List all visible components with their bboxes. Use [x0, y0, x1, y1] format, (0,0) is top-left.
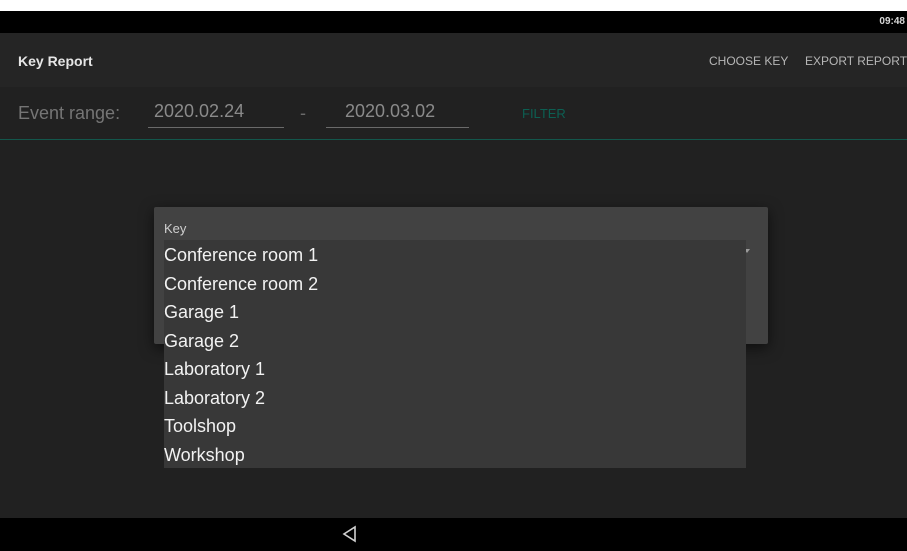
key-field-label: Key — [164, 221, 187, 236]
app-bar: Key Report CHOOSE KEY EXPORT REPORT — [0, 33, 907, 87]
dropdown-item-conference-room-2[interactable]: Conference room 2 — [164, 269, 746, 297]
end-date-value: 2020.03.02 — [345, 101, 436, 121]
dropdown-item-garage-1[interactable]: Garage 1 — [164, 297, 746, 325]
app-screen: 09:48 Key Report CHOOSE KEY EXPORT REPOR… — [0, 11, 907, 551]
back-triangle-icon[interactable] — [342, 525, 358, 543]
dropdown-item-label: Garage 1 — [164, 302, 240, 322]
dropdown-item-label: Toolshop — [164, 416, 237, 436]
event-range-label: Event range: — [18, 103, 121, 123]
dropdown-item-toolshop[interactable]: Toolshop — [164, 411, 746, 439]
dropdown-item-label: Conference room 1 — [164, 245, 319, 265]
date-separator: - — [300, 103, 306, 123]
filter-button[interactable]: FILTER — [522, 106, 566, 121]
status-time: 09:48 — [879, 16, 905, 27]
end-date-field[interactable]: 2020.03.02 — [326, 97, 469, 128]
navigation-bar — [0, 518, 907, 551]
dropdown-item-label: Laboratory 1 — [164, 359, 266, 379]
start-date-value: 2020.02.24 — [154, 101, 245, 121]
filter-bar: Event range: 2020.02.24 - 2020.03.02 FIL… — [0, 87, 907, 140]
key-dropdown-list: Conference room 1 Conference room 2 Gara… — [164, 240, 746, 468]
dropdown-item-laboratory-2[interactable]: Laboratory 2 — [164, 383, 746, 411]
dropdown-item-laboratory-1[interactable]: Laboratory 1 — [164, 354, 746, 382]
export-report-button[interactable]: EXPORT REPORT — [805, 54, 907, 68]
dropdown-item-label: Laboratory 2 — [164, 388, 266, 408]
status-bar: 09:48 — [0, 11, 907, 33]
dropdown-item-workshop[interactable]: Workshop — [164, 440, 746, 468]
dropdown-item-label: Conference room 2 — [164, 274, 319, 294]
start-date-field[interactable]: 2020.02.24 — [148, 97, 284, 128]
dropdown-item-label: Garage 2 — [164, 331, 240, 351]
app-title: Key Report — [18, 53, 93, 69]
dropdown-item-garage-2[interactable]: Garage 2 — [164, 326, 746, 354]
dropdown-item-conference-room-1[interactable]: Conference room 1 — [164, 240, 746, 268]
choose-key-button[interactable]: CHOOSE KEY — [709, 54, 788, 68]
dropdown-item-label: Workshop — [164, 445, 245, 465]
